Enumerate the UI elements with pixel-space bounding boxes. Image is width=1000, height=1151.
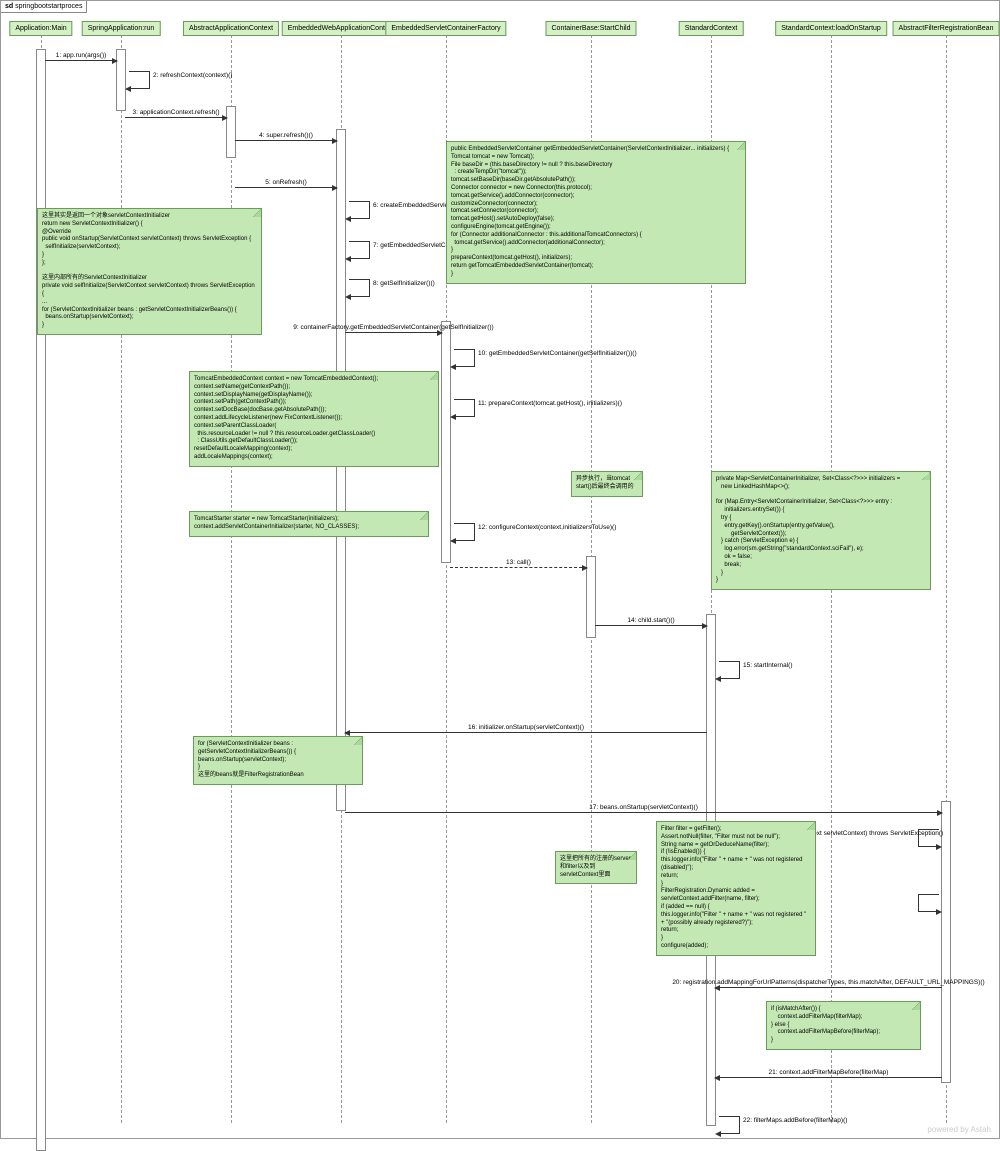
- note: if (isMatchAfter()) { context.addFilterM…: [766, 1001, 921, 1050]
- message: 21: context.addFilterMapBefore(filterMap…: [715, 1066, 942, 1078]
- message: 20: registration.addMappingForUrlPattern…: [715, 976, 942, 988]
- message: 15: startInternal(): [715, 661, 739, 679]
- message: 8: getSelfInitializer()(): [345, 279, 369, 297]
- note: public EmbeddedServletContainer getEmbed…: [446, 141, 746, 284]
- note: 这里其实是返回一个对象servletContextInitializer ret…: [37, 208, 262, 335]
- message-label: 17: beans.onStartup(servletContext)(): [589, 804, 698, 811]
- note: private Map<ServletContainerInitializer,…: [711, 471, 931, 590]
- participant-p2: AbstractApplicationContext: [183, 21, 279, 36]
- message: 6: createEmbeddedServletContainer(): [345, 201, 369, 219]
- message: 5: onRefresh(): [235, 176, 337, 188]
- participant-p7: StandardContext:loadOnStartup: [775, 21, 887, 36]
- message: 18: onStartup(ServletContext servletCont…: [918, 829, 942, 847]
- message-label: 8: getSelfInitializer()(): [373, 280, 435, 287]
- message: 12: configureContext(context,initializer…: [450, 523, 474, 541]
- message: 14: child.start()(): [595, 614, 707, 626]
- participant-p5: ContainerBase:StartChild: [546, 21, 637, 36]
- lifeline: [121, 35, 122, 1123]
- message: 13: call(): [450, 556, 587, 568]
- activation: [336, 129, 346, 811]
- message-label: 16: initializer.onStartup(servletContext…: [468, 724, 584, 731]
- participant-p4: EmbeddedServletContainerFactory: [385, 21, 506, 36]
- activation: [941, 801, 951, 1083]
- message-label: 12: configureContext(context,initializer…: [478, 524, 616, 531]
- participant-p8: AbstractFilterRegistrationBean: [893, 21, 1000, 36]
- message-label: 11: prepareContext(tomcat.getHost(), ini…: [478, 400, 622, 407]
- lifeline: [231, 35, 232, 1123]
- message: 19: configure(added)(): [918, 894, 942, 912]
- message: 22: filterMaps.addBefore(filterMap)(): [715, 1116, 739, 1134]
- note: 这里把所有的注册的server和filter以及到servletContext里…: [555, 851, 637, 884]
- message-label: 5: onRefresh(): [265, 179, 307, 186]
- message: 3: applicationContext.refresh(): [125, 106, 227, 118]
- message-label: 2: refreshContext(context)(): [153, 72, 232, 79]
- participant-p1: SpringApplication:run: [82, 21, 161, 36]
- note: TomcatEmbeddedContext context = new Tomc…: [189, 371, 439, 467]
- message-label: 4: super.refresh()(): [259, 132, 313, 139]
- message-label: 20: registration.addMappingForUrlPattern…: [672, 979, 984, 986]
- message: 11: prepareContext(tomcat.getHost(), ini…: [450, 399, 474, 417]
- note: Filter filter = getFilter(); Assert.notN…: [656, 821, 816, 956]
- message: 1: app.run(args()): [45, 49, 117, 61]
- message-label: 13: call(): [506, 559, 531, 566]
- participant-p0: Application:Main: [9, 21, 72, 36]
- diagram-title: sd springbootstartproces: [1, 1, 87, 13]
- message: 9: containerFactory.getEmbeddedServletCo…: [345, 321, 442, 333]
- message-label: 1: app.run(args()): [56, 52, 107, 59]
- message: 10: getEmbeddedServletContainer(getSelfI…: [450, 349, 474, 367]
- note: TomcatStarter starter = new TomcatStarte…: [189, 511, 429, 537]
- message-label: 3: applicationContext.refresh(): [132, 109, 219, 116]
- message-label: 21: context.addFilterMapBefore(filterMap…: [769, 1069, 889, 1076]
- message-label: 22: filterMaps.addBefore(filterMap)(): [743, 1117, 847, 1124]
- message: 2: refreshContext(context)(): [125, 71, 149, 89]
- message-label: 15: startInternal(): [743, 662, 793, 669]
- message: 16: initializer.onStartup(servletContext…: [345, 721, 707, 733]
- message: 7: getEmbeddedServletContainerFactory()(…: [345, 241, 369, 259]
- note: for (ServletContextInitializer beans : g…: [193, 736, 363, 785]
- note: 异步执行，当tomcat start()后最终会调用的: [571, 471, 643, 497]
- watermark: powered by Astah: [927, 1125, 991, 1134]
- message-label: 10: getEmbeddedServletContainer(getSelfI…: [478, 350, 637, 357]
- message: 4: super.refresh()(): [235, 129, 337, 141]
- participant-p3: EmbeddedWebApplicationContext: [282, 21, 401, 36]
- message-label: 14: child.start()(): [627, 617, 674, 624]
- participant-p6: StandardContext: [679, 21, 744, 36]
- sequence-diagram: sd springbootstartproces Application:Mai…: [0, 0, 1000, 1139]
- message-label: 9: containerFactory.getEmbeddedServletCo…: [293, 324, 493, 331]
- message: 17: beans.onStartup(servletContext)(): [345, 801, 942, 813]
